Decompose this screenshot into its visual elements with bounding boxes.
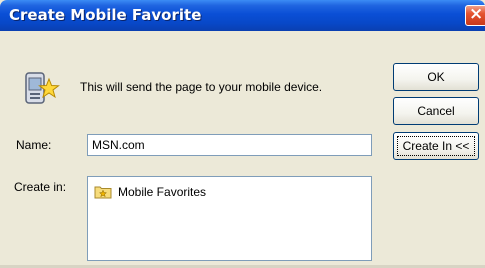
create-in-button[interactable]: Create In << [393,132,479,160]
ok-button[interactable]: OK [393,63,479,91]
close-icon: × [469,4,484,24]
create-in-label: Create in: [14,180,67,194]
favorites-folder-icon [94,186,112,199]
title-bar[interactable]: Create Mobile Favorite × [0,0,485,31]
tree-item-label: Mobile Favorites [118,185,207,199]
create-in-tree[interactable]: Mobile Favorites [87,176,372,261]
dialog-title: Create Mobile Favorite [9,6,202,24]
close-button[interactable]: × [465,4,485,26]
tree-item-mobile-favorites[interactable]: Mobile Favorites [94,183,206,201]
cancel-button[interactable]: Cancel [393,97,479,125]
dialog-message: This will send the page to your mobile d… [80,80,323,94]
mobile-favorite-icon [25,72,60,104]
create-mobile-favorite-dialog: Create Mobile Favorite × This will send … [0,0,485,268]
name-label: Name: [16,138,52,152]
create-in-button-label: Create In << [402,139,470,153]
name-input[interactable] [87,134,372,156]
